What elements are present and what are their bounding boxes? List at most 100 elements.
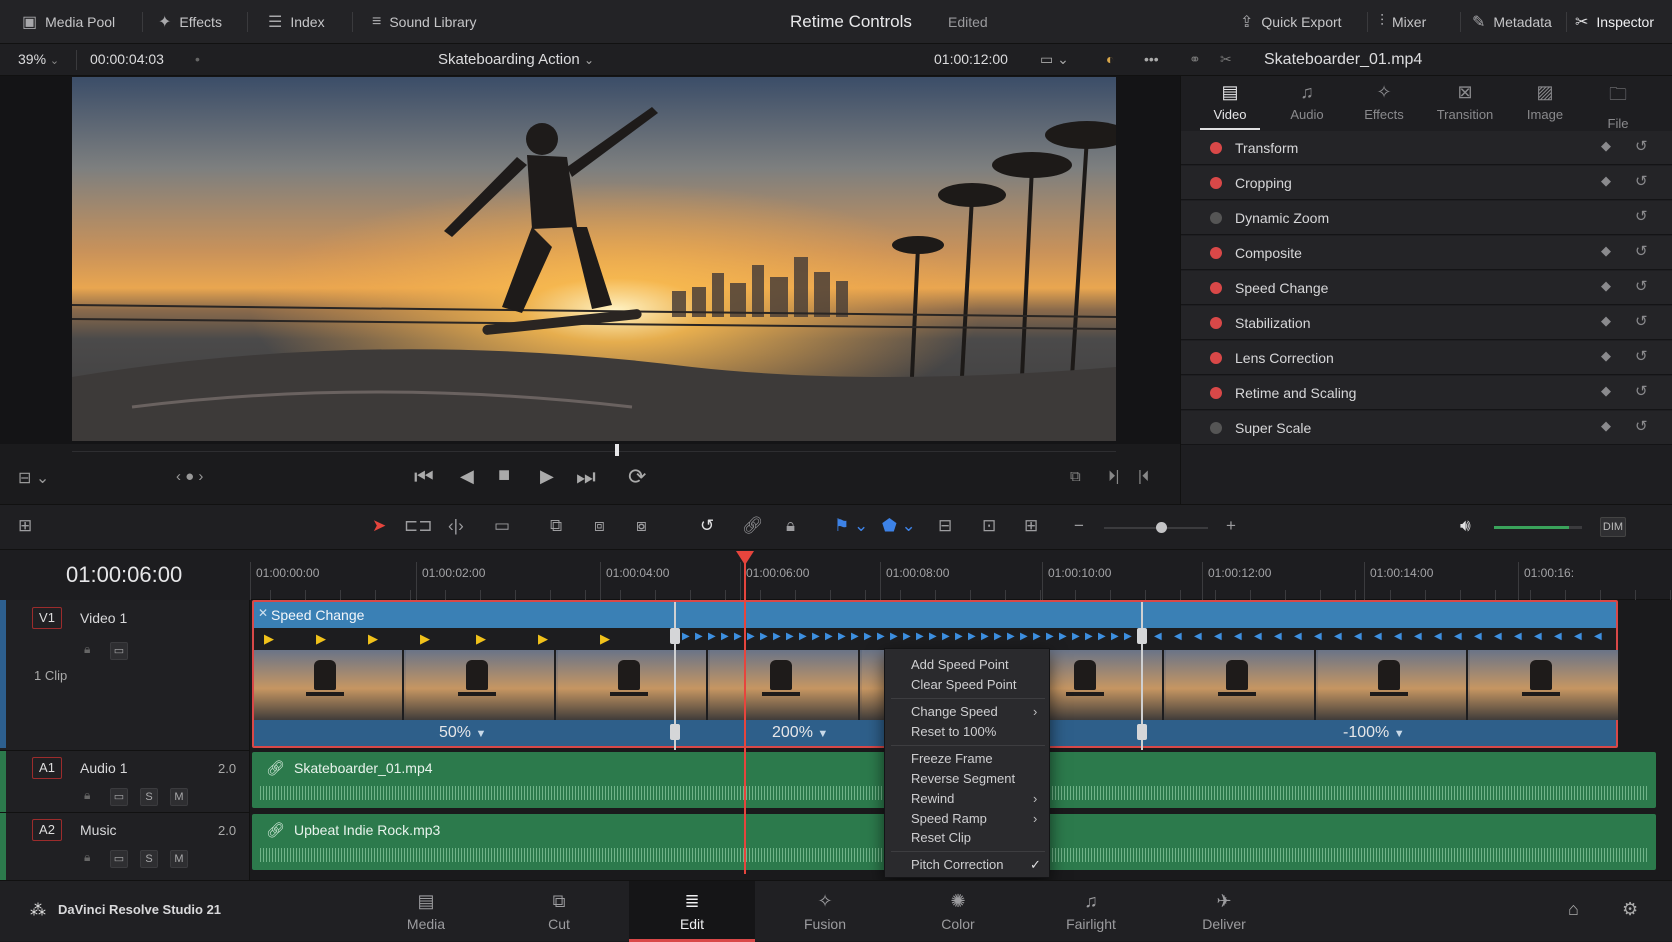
viewer-scrubber[interactable] [72, 451, 1116, 452]
enable-toggle-icon[interactable] [1210, 387, 1222, 399]
reset-icon[interactable]: ↺ [1635, 172, 1648, 190]
menu-item-reverse-segment[interactable]: Reverse Segment [911, 771, 1015, 786]
replace-clip-icon[interactable]: ⧇ [636, 516, 647, 536]
index-button[interactable]: ☰ Index [268, 0, 325, 44]
loop-icon[interactable]: ⟳ [628, 464, 646, 490]
menu-item-add-speed-point[interactable]: Add Speed Point [911, 657, 1009, 672]
flag-icon[interactable]: ⚑ ⌄ [834, 516, 868, 536]
effects-button[interactable]: ✦ Effects [158, 0, 222, 44]
inspector-section[interactable]: Composite ◆ ↺ [1181, 236, 1672, 270]
page-tab-deliver[interactable]: ✈ Deliver [1161, 881, 1287, 942]
enable-toggle-icon[interactable] [1210, 247, 1222, 259]
zoom-full-icon[interactable]: ⊟ [938, 516, 952, 536]
menu-item-speed-ramp[interactable]: Speed Ramp [911, 811, 987, 826]
timeline-playhead[interactable] [744, 552, 746, 874]
close-icon[interactable]: ✕ [258, 606, 268, 620]
page-tab-edit[interactable]: ≣ Edit [629, 881, 755, 942]
trim-tool-icon[interactable]: ⊏⊐ [404, 516, 433, 536]
inspector-section[interactable]: Retime and Scaling ◆ ↺ [1181, 376, 1672, 410]
linked-selection-icon[interactable]: 🔗︎ [742, 516, 764, 536]
viewer-layout-icon[interactable]: ⊟ ⌄ [18, 468, 49, 488]
reset-icon[interactable]: ↺ [1635, 382, 1648, 400]
timeline-view-options-icon[interactable]: ⊞ [18, 516, 32, 536]
snapping-icon[interactable]: ↺ [700, 516, 714, 536]
inspector-section[interactable]: Stabilization ◆ ↺ [1181, 306, 1672, 340]
menu-item-reset-clip[interactable]: Reset Clip [911, 830, 971, 845]
metadata-button[interactable]: ✎ Metadata [1472, 0, 1552, 44]
inspector-section[interactable]: Dynamic Zoom ↺ [1181, 201, 1672, 235]
page-tab-fusion[interactable]: ✧ Fusion [762, 881, 888, 942]
tab-transition[interactable]: ⊠ Transition [1428, 82, 1502, 130]
page-tab-cut[interactable]: ⧉ Cut [496, 881, 622, 942]
solo-button[interactable]: S [140, 850, 158, 868]
zoom-in-icon[interactable]: + [1226, 516, 1236, 536]
lock-icon[interactable]: 🔒︎ [84, 850, 90, 865]
reset-icon[interactable]: ↺ [1635, 277, 1648, 295]
selection-tool-icon[interactable]: ➤ [372, 516, 386, 536]
viewer-options-icon[interactable]: ▭ ⌄ [1040, 51, 1069, 68]
match-frame-icon[interactable]: ⧉ [1070, 468, 1081, 485]
zoom-custom-icon[interactable]: ⊞ [1024, 516, 1038, 536]
quick-export-button[interactable]: ⇪ Quick Export [1240, 0, 1342, 44]
inspector-section[interactable]: Speed Change ◆ ↺ [1181, 271, 1672, 305]
volume-icon[interactable]: 🔊︎ [1460, 516, 1471, 536]
page-tab-media[interactable]: ▤ Media [363, 881, 489, 942]
zoom-detail-icon[interactable]: ⊡ [982, 516, 996, 536]
sound-library-button[interactable]: ≡ Sound Library [372, 0, 477, 44]
inspector-section[interactable]: Cropping ◆ ↺ [1181, 166, 1672, 200]
track-badge-v1[interactable]: V1 [32, 607, 62, 629]
reset-icon[interactable]: ↺ [1635, 207, 1648, 225]
lock-icon[interactable]: 🔒︎ [84, 642, 90, 657]
reset-icon[interactable]: ↺ [1635, 347, 1648, 365]
mute-button[interactable]: M [170, 788, 188, 806]
tab-video[interactable]: ▤ Video [1193, 82, 1267, 130]
solo-button[interactable]: S [140, 788, 158, 806]
zoom-out-icon[interactable]: − [1074, 516, 1084, 536]
menu-item-change-speed[interactable]: Change Speed [911, 704, 998, 719]
timeline-ruler[interactable]: 01:00:00:00 01:00:02:00 01:00:04:00 01:00:0… [250, 550, 1672, 600]
blade-tool-icon[interactable]: ▭ [494, 516, 510, 536]
overwrite-clip-icon[interactable]: ⧈ [594, 516, 605, 536]
inspector-section[interactable]: Lens Correction ◆ ↺ [1181, 341, 1672, 375]
speed-point-handle[interactable] [670, 628, 680, 644]
track-badge-a1[interactable]: A1 [32, 757, 62, 779]
keyframe-icon[interactable]: ◆ [1601, 383, 1611, 399]
enable-toggle-icon[interactable] [1210, 317, 1222, 329]
speed-point-handle[interactable] [1137, 724, 1147, 740]
enable-toggle-icon[interactable] [1210, 177, 1222, 189]
keyframe-icon[interactable]: ◆ [1601, 243, 1611, 259]
marker-icon[interactable]: ⬟ ⌄ [882, 516, 916, 536]
stop-icon[interactable]: ■ [498, 464, 510, 487]
insert-clip-icon[interactable]: ⧉ [550, 516, 562, 536]
reset-icon[interactable]: ↺ [1635, 417, 1648, 435]
home-icon[interactable]: ⌂ [1568, 899, 1579, 920]
inspector-section[interactable]: Super Scale ◆ ↺ [1181, 411, 1672, 445]
reset-icon[interactable]: ↺ [1635, 312, 1648, 330]
color-picker-icon[interactable]: ◐ [1106, 51, 1114, 67]
keyframe-icon[interactable]: ◆ [1601, 173, 1611, 189]
keyframe-icon[interactable]: ◆ [1601, 313, 1611, 329]
keyframe-icon[interactable]: ◆ [1601, 418, 1611, 434]
volume-slider[interactable] [1494, 526, 1582, 529]
inspector-button[interactable]: ✂ Inspector [1575, 0, 1654, 44]
link-icon[interactable]: ⚭ [1189, 51, 1201, 68]
menu-item-freeze-frame[interactable]: Freeze Frame [911, 751, 993, 766]
enable-toggle-icon[interactable] [1210, 212, 1222, 224]
unlink-icon[interactable]: ✂ [1220, 51, 1232, 68]
more-options-icon[interactable]: ••• [1144, 51, 1159, 67]
marker-navigation-icon[interactable]: ‹ ● › [176, 468, 203, 485]
tab-file[interactable]: 🗀 File [1581, 82, 1655, 131]
lock-icon[interactable]: 🔒︎ [84, 788, 90, 803]
inspector-section[interactable]: Transform ◆ ↺ [1181, 131, 1672, 165]
keyframe-icon[interactable]: ◆ [1601, 348, 1611, 364]
reset-icon[interactable]: ↺ [1635, 242, 1648, 260]
zoom-dropdown[interactable]: 39% ⌄ [18, 51, 59, 67]
mixer-button[interactable]: ⫶ Mixer [1380, 0, 1426, 44]
dim-button[interactable]: DIM [1600, 517, 1626, 537]
speed-point-handle[interactable] [1137, 628, 1147, 644]
timeline-selector[interactable]: Skateboarding Action ⌄ [438, 51, 594, 68]
page-tab-fairlight[interactable]: ♫ Fairlight [1028, 881, 1154, 942]
play-icon[interactable]: ▶ [540, 466, 554, 487]
zoom-slider-handle[interactable] [1156, 522, 1167, 533]
page-tab-color[interactable]: ✺ Color [895, 881, 1021, 942]
